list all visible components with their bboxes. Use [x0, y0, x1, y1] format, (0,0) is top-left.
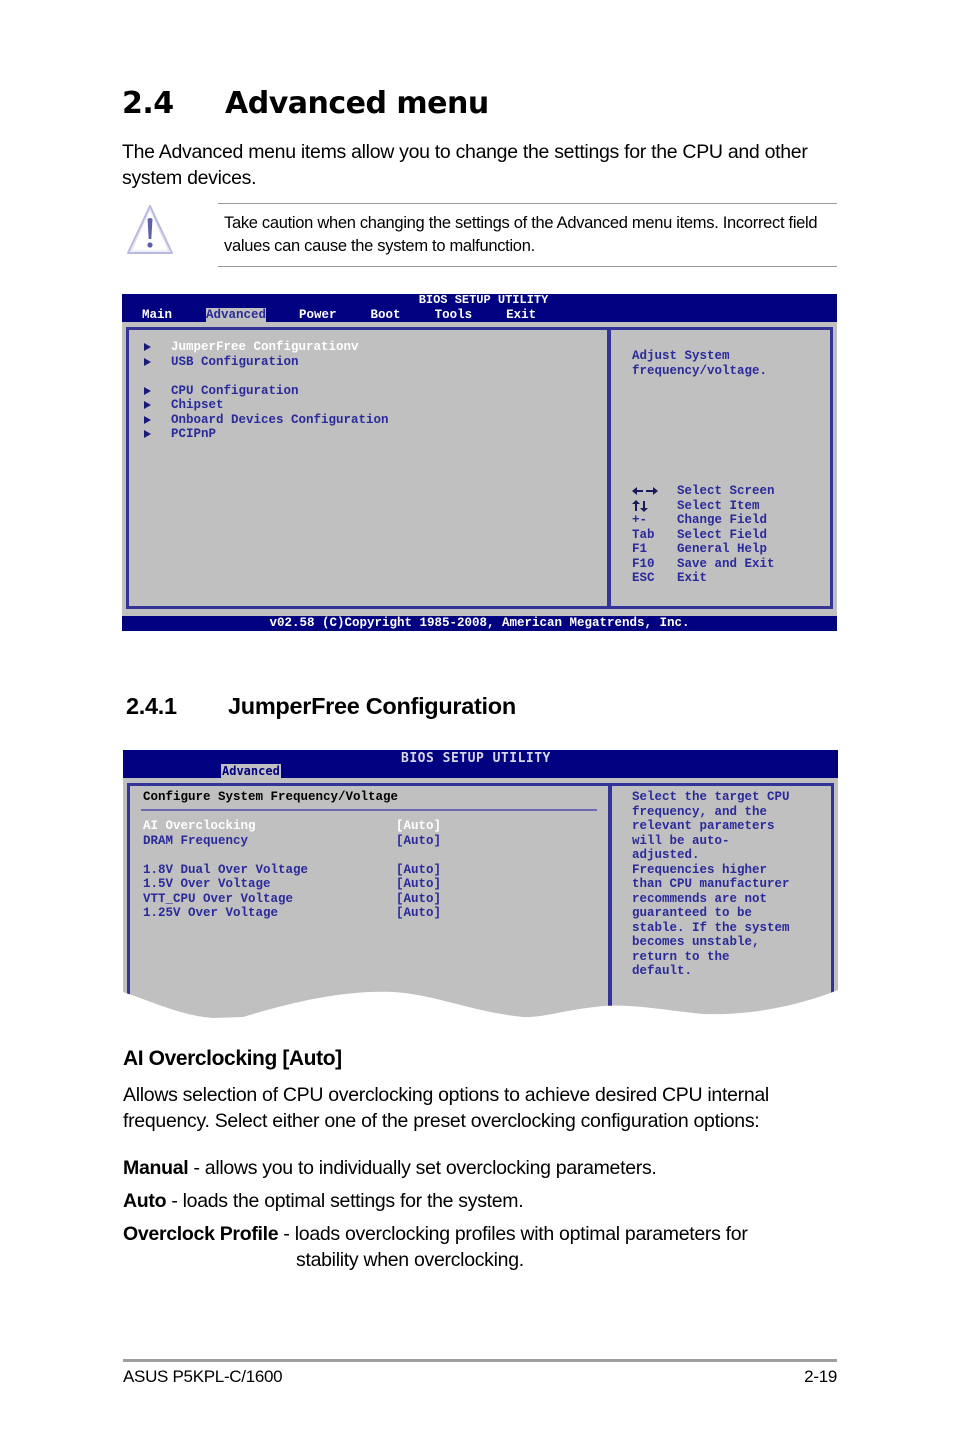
caution-divider-bottom	[218, 266, 837, 267]
caution-divider-top	[218, 203, 837, 204]
submenu-arrow-icon	[144, 357, 151, 366]
footer-product: ASUS P5KPL-C/1600	[123, 1367, 283, 1386]
tab-main[interactable]: Main	[142, 308, 172, 322]
submenu-arrow-icon	[144, 401, 151, 410]
intro-paragraph: The Advanced menu items allow you to cha…	[122, 141, 808, 189]
key-label: Tab	[632, 527, 655, 542]
key-legend-row: F1 General Help	[632, 542, 768, 556]
settings-subhead: Configure System Frequency/Voltage	[143, 790, 399, 804]
option-manual: Manual - allows you to individually set …	[123, 1155, 657, 1181]
subsection-number: 2.4.1	[126, 693, 177, 719]
key-legend-row: +- Change Field	[632, 513, 768, 527]
tab-boot[interactable]: Boot	[371, 308, 401, 322]
setting-1-8v-dual-over-voltage[interactable]: 1.8V Dual Over Voltage [Auto]	[143, 863, 441, 878]
option-desc: - allows you to individually set overclo…	[188, 1157, 657, 1179]
option-name: Overclock Profile	[123, 1223, 279, 1245]
key-legend-row: Select Item	[632, 499, 775, 514]
caution-text: Take caution when changing the settings …	[224, 214, 818, 255]
setting-value: [Auto]	[396, 877, 442, 891]
key-legend-row: Tab Select Field	[632, 527, 768, 542]
ai-overclocking-description: Allows selection of CPU overclocking opt…	[123, 1084, 769, 1132]
bios-help-text: Adjust System frequency/voltage.	[632, 349, 768, 378]
bios-top-bar: BIOS SETUP UTILITY Advanced	[123, 750, 838, 778]
menu-item-usb-configuration[interactable]: USB Configuration	[144, 355, 299, 370]
setting-value: [Auto]	[396, 862, 442, 877]
settings-divider	[141, 809, 597, 811]
menu-item-onboard-devices-configuration[interactable]: Onboard Devices Configuration	[144, 413, 389, 428]
bios-copyright-footer: v02.58 (C)Copyright 1985-2008, American …	[122, 616, 837, 631]
tab-tools[interactable]: Tools	[435, 308, 473, 322]
setting-1-5v-over-voltage[interactable]: 1.5V Over Voltage [Auto]	[143, 877, 441, 892]
key-legend-row: Select Screen	[632, 484, 775, 499]
option-name: Manual	[123, 1157, 189, 1179]
tab-power[interactable]: Power	[299, 308, 337, 322]
key-label: +-	[632, 513, 648, 527]
menu-item-jumperfree-configuration[interactable]: JumperFree Configurationv	[144, 340, 359, 355]
key-label: ESC	[632, 571, 655, 585]
option-desc: - loads overclocking profiles with optim…	[278, 1223, 748, 1245]
option-desc-continued: stability when overclocking.	[296, 1249, 524, 1271]
bios-title: BIOS SETUP UTILITY	[401, 751, 551, 766]
submenu-arrow-icon	[144, 415, 151, 424]
footer-page-number: 2-19	[804, 1367, 837, 1386]
bios-body: JumperFree Configurationv USB Configurat…	[122, 322, 837, 617]
setting-ai-overclocking[interactable]: AI Overclocking [Auto]	[143, 819, 441, 834]
option-overclock-profile: Overclock Profile - loads overclocking p…	[123, 1221, 748, 1247]
bios-key-legend: Select Screen Select Item +- Change Fiel…	[632, 484, 775, 586]
subsection-heading: 2.4.1 JumperFree Configuration	[126, 693, 516, 720]
key-legend-row: F10 Save and Exit	[632, 556, 775, 571]
bios-jumperfree-screen: BIOS SETUP UTILITY Advanced Configure Sy…	[123, 750, 838, 1025]
key-label: F1	[632, 542, 648, 556]
setting-value: [Auto]	[396, 906, 442, 920]
bios-tabs: Main Advanced Power Boot Tools Exit	[142, 308, 536, 322]
section-number: 2.4	[122, 86, 174, 121]
ai-overclocking-heading: AI Overclocking [Auto]	[123, 1047, 342, 1070]
menu-item-pcipnp[interactable]: PCIPnP	[144, 427, 216, 442]
key-label: F10	[632, 556, 655, 571]
section-heading: 2.4 Advanced menu	[122, 86, 489, 121]
torn-edge	[123, 990, 838, 1025]
up-down-arrows-icon	[632, 499, 677, 514]
footer-divider	[123, 1359, 837, 1362]
bios-title: BIOS SETUP UTILITY	[418, 293, 549, 307]
warning-icon	[127, 205, 173, 254]
tab-exit[interactable]: Exit	[506, 308, 536, 322]
setting-value: [Auto]	[396, 819, 442, 833]
bios-menu-panel	[126, 327, 609, 609]
key-legend-row: ESC Exit	[632, 571, 708, 585]
subsection-title: JumperFree Configuration	[228, 693, 516, 719]
bios-help-text: Select the target CPU frequency, and the…	[632, 790, 790, 978]
bios-advanced-screen: BIOS SETUP UTILITY Main Advanced Power B…	[122, 294, 837, 631]
option-auto: Auto - loads the optimal settings for th…	[123, 1188, 524, 1214]
tab-advanced[interactable]: Advanced	[206, 308, 267, 322]
setting-dram-frequency[interactable]: DRAM Frequency [Auto]	[143, 834, 441, 849]
menu-item-cpu-configuration[interactable]: CPU Configuration	[144, 384, 299, 399]
menu-item-chipset[interactable]: Chipset	[144, 398, 224, 413]
tab-advanced[interactable]: Advanced	[221, 764, 281, 778]
left-right-arrows-icon	[632, 484, 677, 499]
submenu-arrow-icon	[144, 430, 151, 439]
submenu-arrow-icon	[144, 386, 151, 395]
setting-1-25v-over-voltage[interactable]: 1.25V Over Voltage [Auto]	[143, 906, 441, 921]
setting-value: [Auto]	[396, 891, 442, 906]
submenu-arrow-icon	[144, 343, 151, 352]
setting-vtt-cpu-over-voltage[interactable]: VTT_CPU Over Voltage [Auto]	[143, 892, 441, 907]
section-title: Advanced menu	[225, 86, 489, 121]
option-desc: - loads the optimal settings for the sys…	[166, 1190, 524, 1212]
setting-value: [Auto]	[396, 833, 442, 848]
option-name: Auto	[123, 1190, 167, 1212]
bios-top-bar: BIOS SETUP UTILITY Main Advanced Power B…	[122, 294, 837, 322]
